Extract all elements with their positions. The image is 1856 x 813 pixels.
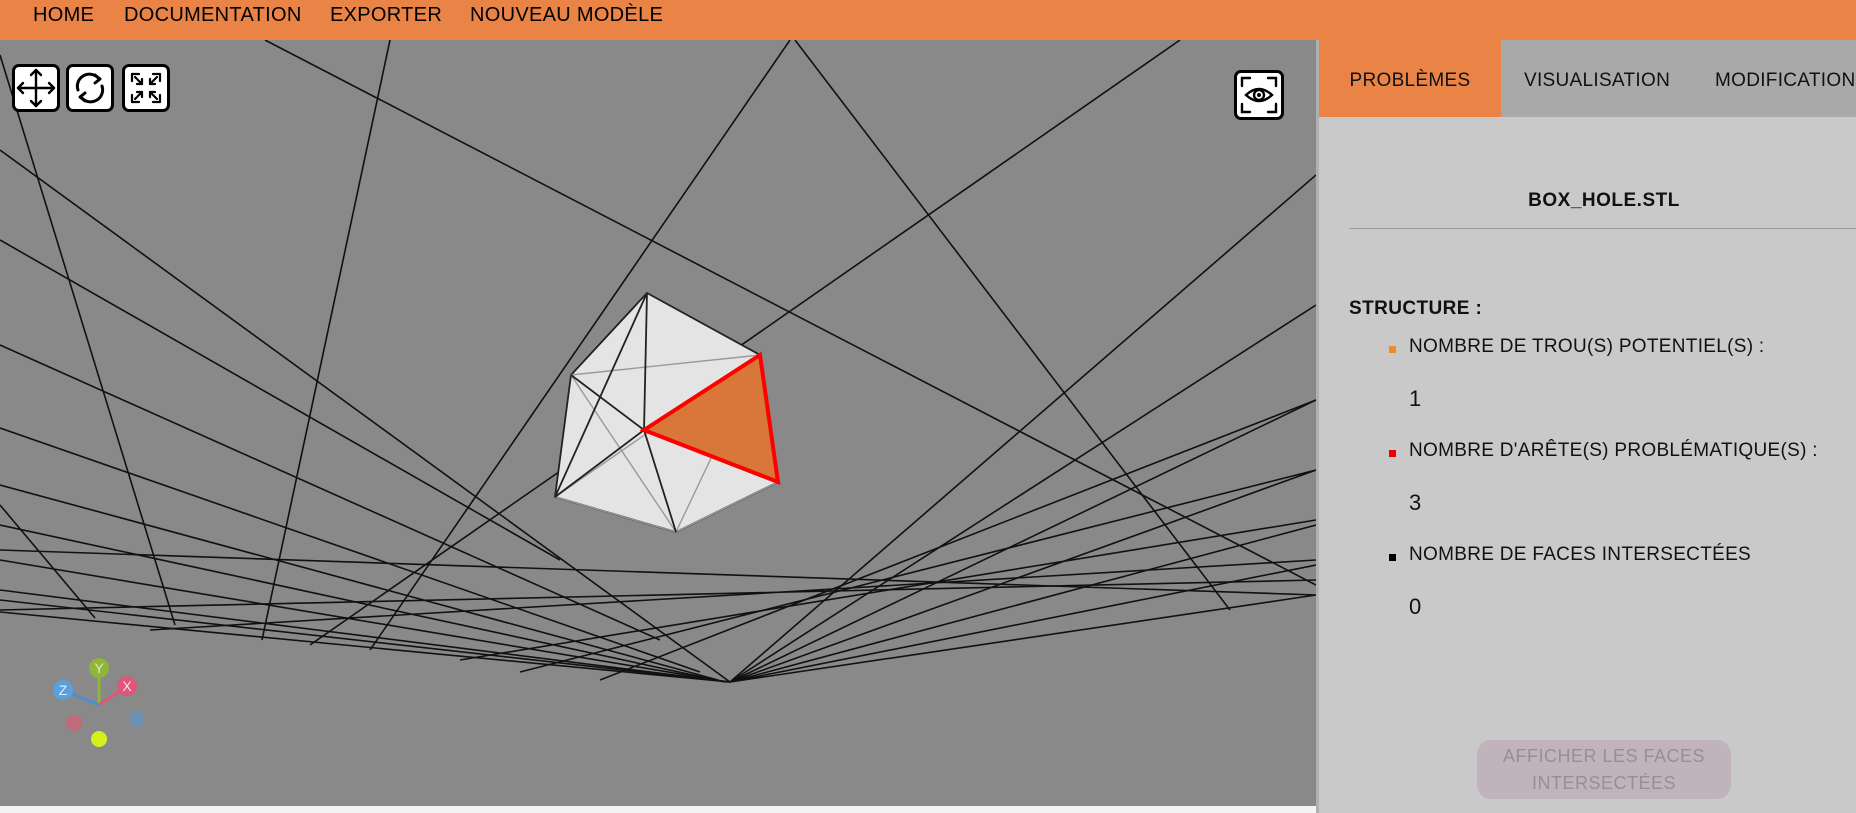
- mesh-model[interactable]: [554, 291, 781, 533]
- top-nav-bar: HOME DOCUMENTATION EXPORTER NOUVEAU MODÈ…: [0, 0, 1856, 40]
- tab-problemes[interactable]: PROBLÈMES: [1319, 40, 1501, 117]
- tab-modification[interactable]: MODIFICATION: [1715, 40, 1855, 117]
- faces-bullet-icon: [1389, 554, 1396, 561]
- holes-bullet-icon: [1389, 346, 1396, 353]
- nav-exporter[interactable]: EXPORTER: [330, 0, 442, 30]
- screenshot-view-button[interactable]: [1234, 70, 1284, 120]
- pan-tool-button[interactable]: [12, 64, 60, 112]
- show-intersected-faces-button[interactable]: AFFICHER LES FACES INTERSECTÉES: [1477, 740, 1731, 799]
- viewport-bottom-strip: [0, 806, 1316, 813]
- rotate-tool-button[interactable]: [66, 64, 114, 112]
- x-axis-label: X: [122, 678, 132, 694]
- file-name-title: BOX_HOLE.STL: [1528, 190, 1680, 211]
- move-arrows-icon: [16, 68, 56, 108]
- edges-label: NOMBRE D'ARÊTE(S) PROBLÉMATIQUE(S) :: [1409, 440, 1818, 461]
- eye-icon: [1240, 76, 1278, 114]
- z-axis-label: Z: [59, 682, 68, 698]
- axis-gizmo[interactable]: Y X Z: [44, 650, 154, 760]
- fit-view-button[interactable]: [122, 64, 170, 112]
- structure-heading: STRUCTURE :: [1349, 298, 1483, 319]
- faces-label: NOMBRE DE FACES INTERSECTÉES: [1409, 544, 1752, 565]
- tab-visualisation[interactable]: VISUALISATION: [1524, 40, 1670, 117]
- nav-documentation[interactable]: DOCUMENTATION: [124, 0, 302, 30]
- 3d-viewport[interactable]: Y X Z: [0, 40, 1316, 806]
- title-divider: [1349, 228, 1856, 229]
- problems-panel: PROBLÈMES VISUALISATION MODIFICATION BOX…: [1316, 40, 1856, 813]
- fullscreen-icon: [130, 72, 162, 104]
- holes-value: 1: [1409, 386, 1422, 411]
- edges-value: 3: [1409, 490, 1422, 515]
- y-axis-label: Y: [94, 660, 104, 676]
- nav-nouveau-modele[interactable]: NOUVEAU MODÈLE: [470, 0, 663, 30]
- panel-tabs: PROBLÈMES VISUALISATION MODIFICATION: [1319, 40, 1856, 117]
- rotate-icon: [75, 72, 105, 104]
- holes-label: NOMBRE DE TROU(S) POTENTIEL(S) :: [1409, 336, 1765, 357]
- edges-bullet-icon: [1389, 450, 1396, 457]
- faces-value: 0: [1409, 594, 1422, 619]
- scene-canvas[interactable]: [0, 40, 1316, 806]
- nav-home[interactable]: HOME: [33, 0, 94, 30]
